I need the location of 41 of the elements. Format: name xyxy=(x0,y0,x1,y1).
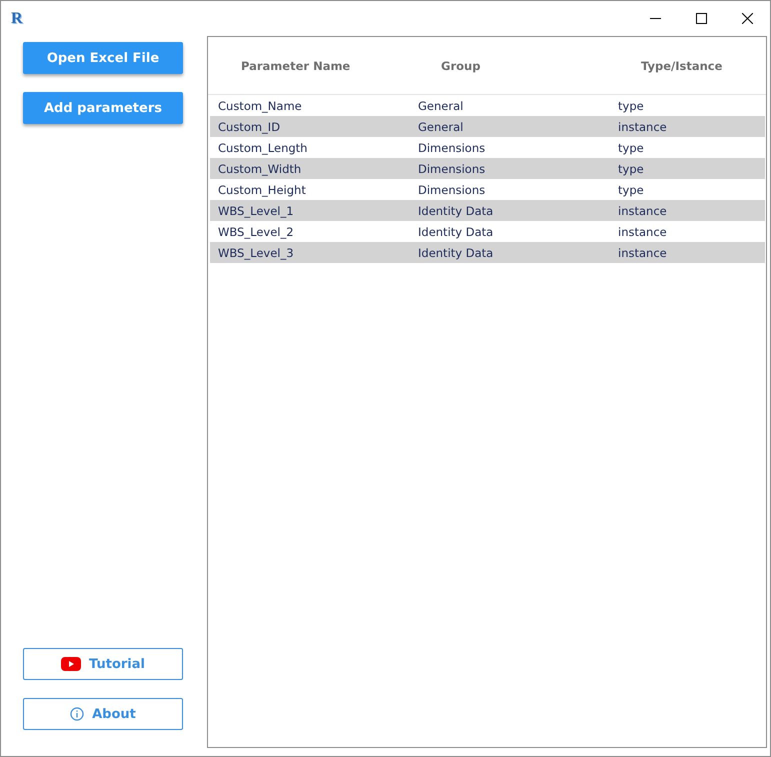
table-cell-text: Dimensions xyxy=(417,162,486,176)
column-header: Group xyxy=(440,58,482,72)
table-cell-text: Custom_Width xyxy=(217,162,302,176)
play-icon xyxy=(61,657,82,671)
maximize-icon xyxy=(696,13,706,24)
table-cell-text: instance xyxy=(617,246,668,260)
table-cell-text: WBS_Level_1 xyxy=(217,204,295,218)
table-cell-text: Custom_Name xyxy=(217,98,303,112)
table-cell-text: Custom_Length xyxy=(217,140,308,154)
table-cell-text: type xyxy=(617,98,645,112)
table-cell-text: Custom_ID xyxy=(217,120,282,134)
minimize-icon xyxy=(650,18,660,19)
column-header: Parameter Name xyxy=(240,58,352,72)
table-cell-text: Custom_Height xyxy=(217,182,307,196)
table-row[interactable]: WBS_Level_1 Identity Data instance xyxy=(210,200,765,221)
table-row[interactable]: Custom_Width Dimensions type xyxy=(210,158,765,179)
table-row[interactable]: Custom_Name General type xyxy=(210,95,765,116)
table-cell-text: type xyxy=(617,182,645,196)
column-header: Type/Istance xyxy=(640,58,724,72)
table-cell-text: instance xyxy=(617,224,668,238)
table-cell-text: type xyxy=(617,162,645,176)
table-row[interactable]: Custom_ID General instance xyxy=(210,116,765,137)
table-cell-text: Identity Data xyxy=(417,246,494,260)
info-icon xyxy=(70,707,84,721)
table-row[interactable]: WBS_Level_3 Identity Data instance xyxy=(210,242,765,263)
table-row[interactable]: Custom_Height Dimensions type xyxy=(210,179,765,200)
table-row[interactable]: WBS_Level_2 Identity Data instance xyxy=(210,221,765,242)
table-cell-text: instance xyxy=(617,204,668,218)
table-cell-text: instance xyxy=(617,120,668,134)
table-cell-text: Dimensions xyxy=(417,182,486,196)
table-cell-text: Identity Data xyxy=(417,204,494,218)
app-logo: R xyxy=(11,10,23,28)
table-cell-text: General xyxy=(417,98,464,112)
table-cell-text: Dimensions xyxy=(417,140,486,154)
close-icon xyxy=(742,13,752,24)
table-cell-text: type xyxy=(617,140,645,154)
table-row[interactable]: Custom_Length Dimensions type xyxy=(210,137,765,158)
table-cell-text: WBS_Level_2 xyxy=(217,224,295,238)
table-cell-text: General xyxy=(417,120,464,134)
table-cell-text: WBS_Level_3 xyxy=(217,246,295,260)
table-cell-text: Identity Data xyxy=(417,224,494,238)
